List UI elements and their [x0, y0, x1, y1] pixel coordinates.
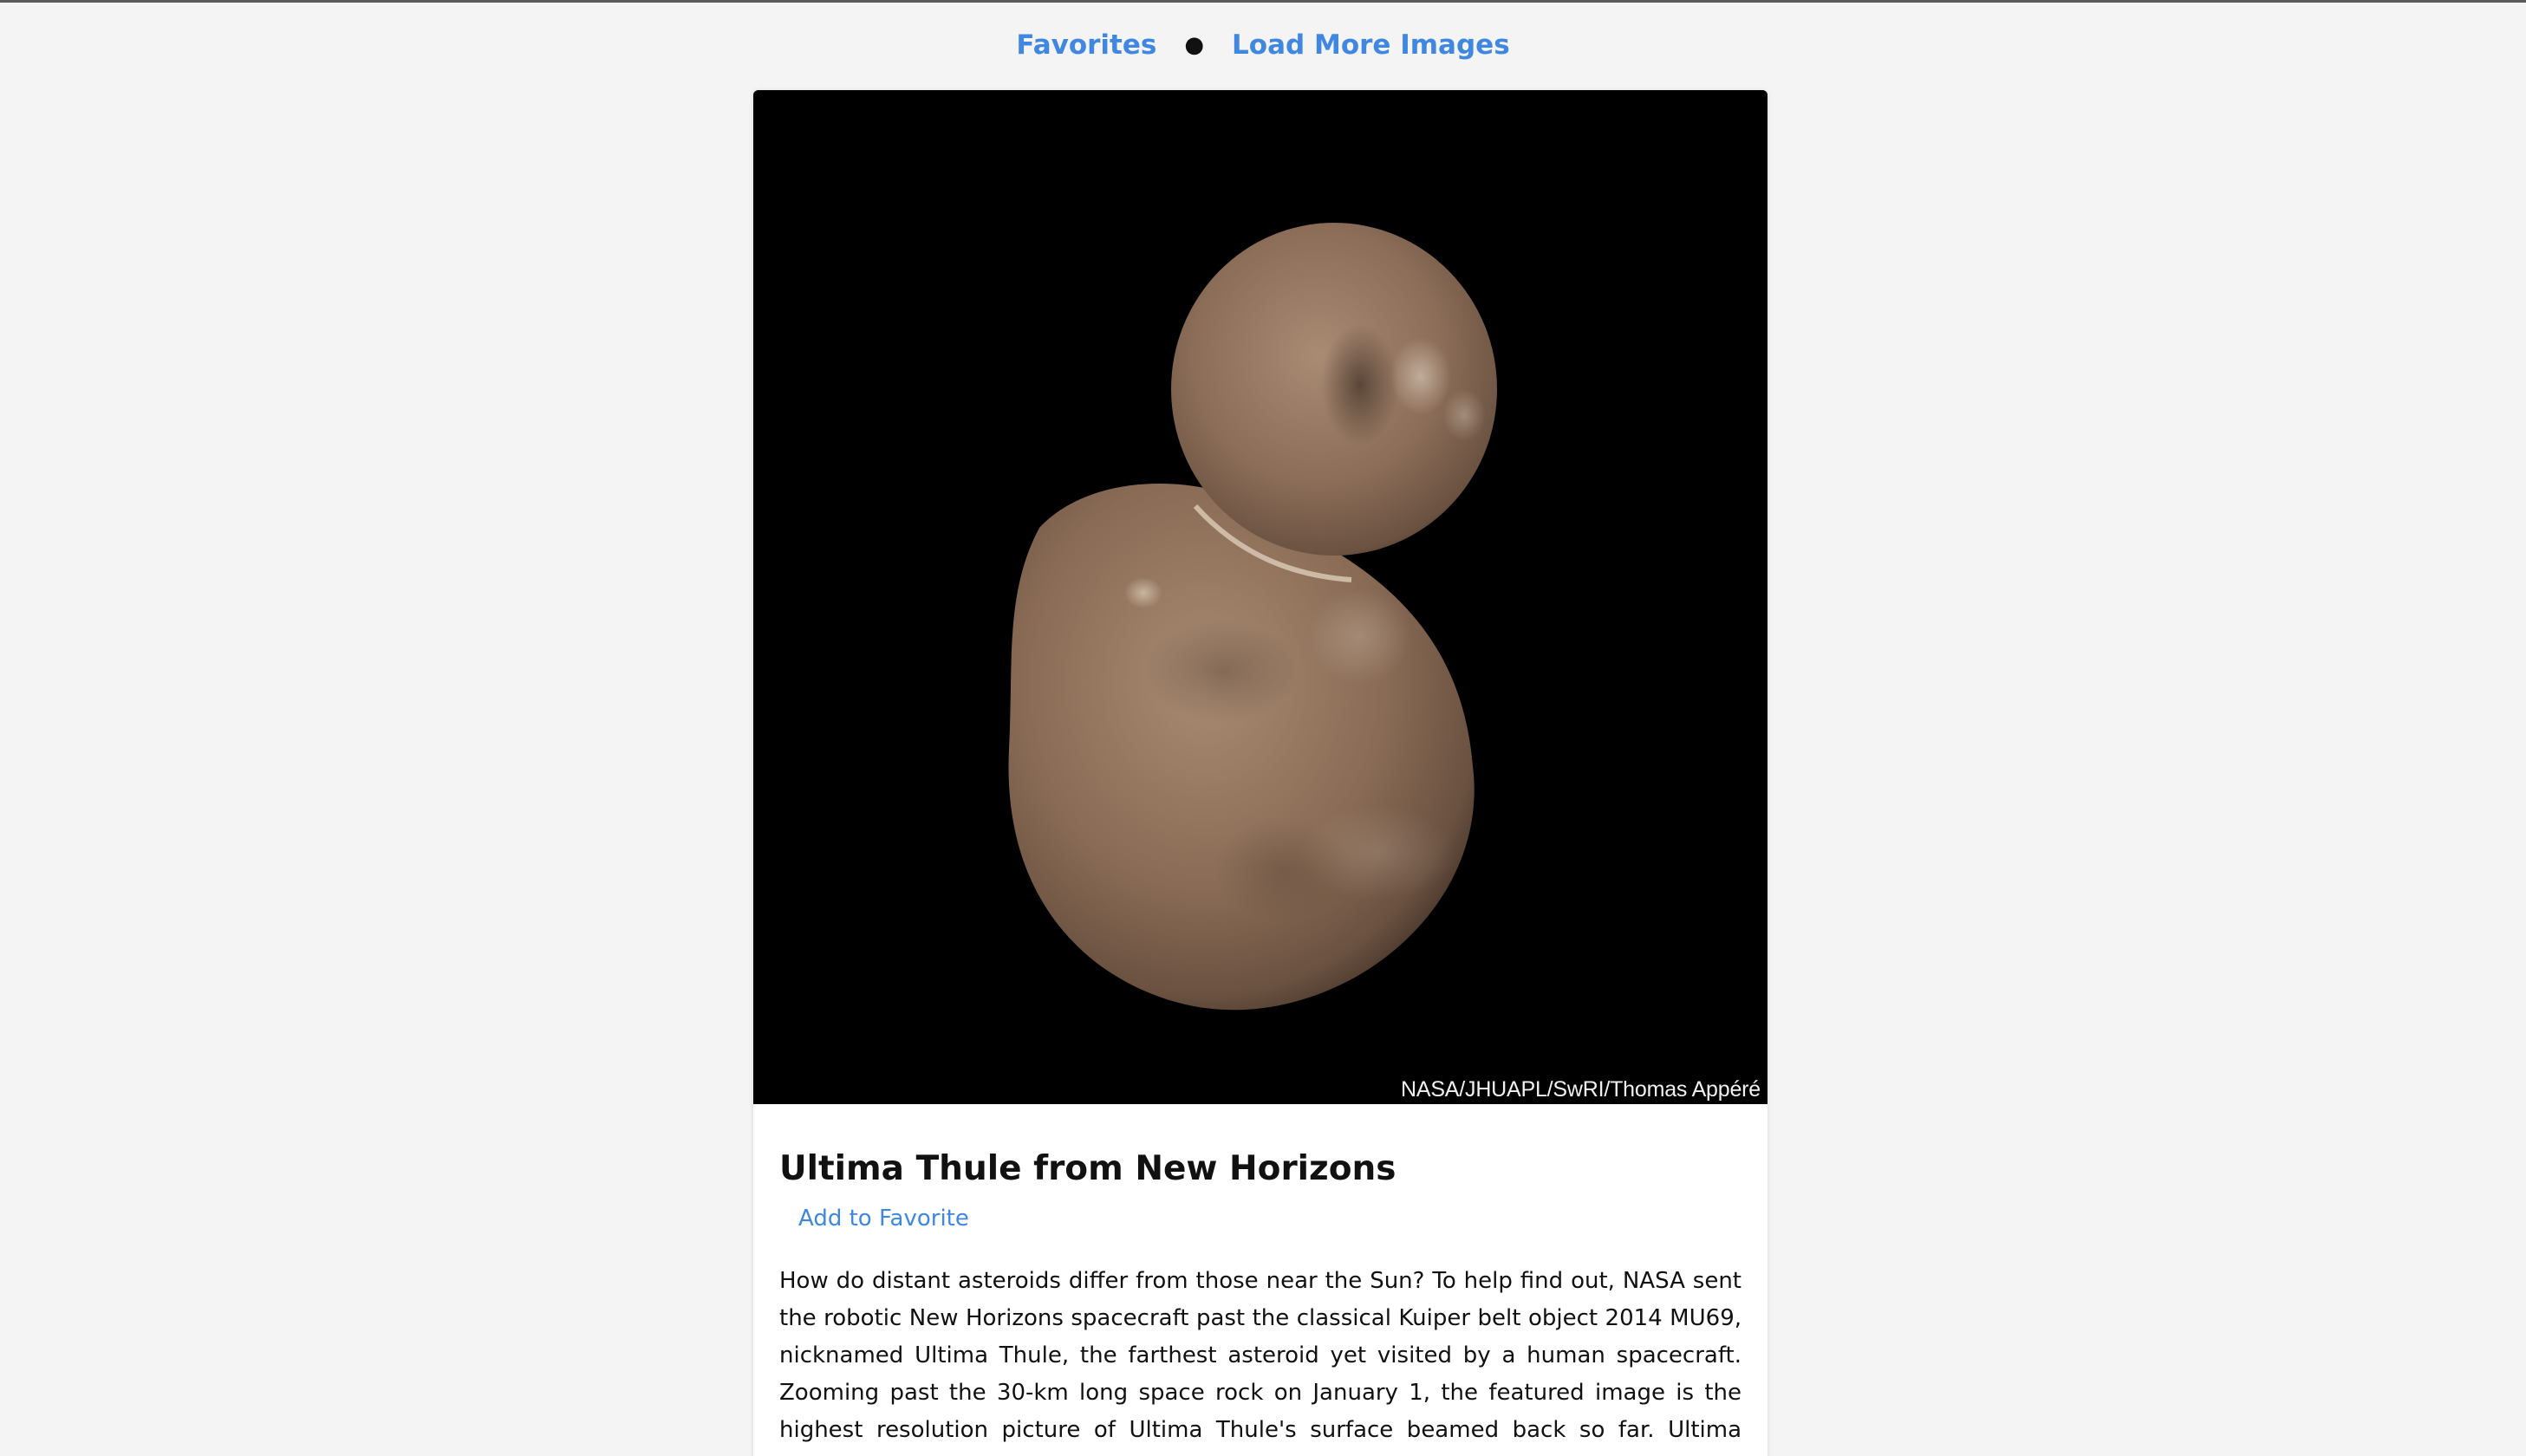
add-to-favorite-link[interactable]: Add to Favorite	[798, 1206, 969, 1232]
nav-separator: ●	[1184, 32, 1205, 58]
post-explanation: How do distant asteroids differ from tho…	[779, 1268, 1742, 1456]
ultima-thule-illustration	[753, 90, 1768, 1104]
apod-image[interactable]: NASA/JHUAPL/SwRI/Thomas Appéré	[753, 90, 1768, 1104]
window-top-border	[0, 0, 2526, 3]
top-nav: Favorites ● Load More Images	[0, 24, 2526, 66]
post-title: Ultima Thule from New Horizons	[779, 1149, 1396, 1188]
load-more-images-link[interactable]: Load More Images	[1232, 29, 1510, 61]
image-credit: NASA/JHUAPL/SwRI/Thomas Appéré	[1401, 1077, 1761, 1102]
card-content: Ultima Thule from New Horizons Add to Fa…	[753, 1104, 1768, 1456]
favorites-link[interactable]: Favorites	[1016, 29, 1156, 61]
apod-card: NASA/JHUAPL/SwRI/Thomas Appéré Ultima Th…	[753, 90, 1768, 1456]
